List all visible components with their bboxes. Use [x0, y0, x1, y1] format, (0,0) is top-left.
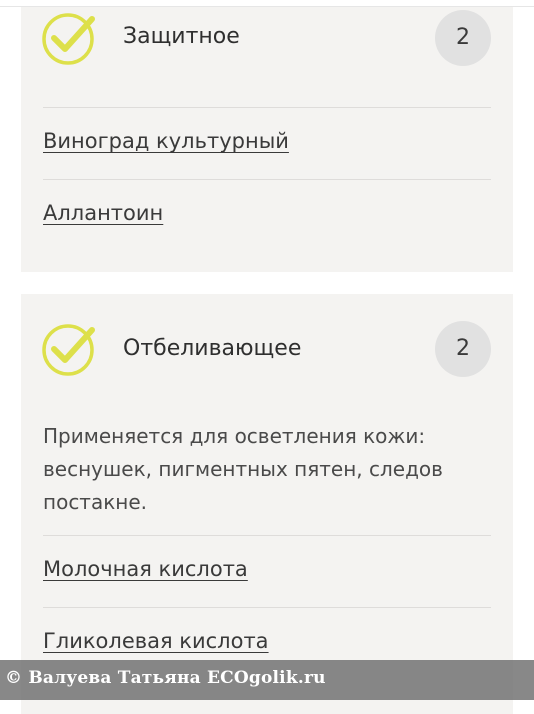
divider [43, 179, 491, 180]
watermark-banner: © Валуева Татьяна ECOgolik.ru [0, 660, 534, 700]
effect-title: Защитное [123, 24, 240, 49]
effect-card-protective: Защитное 2 Виноград культурный Аллантоин [21, 7, 513, 272]
effect-card-header[interactable]: Защитное 2 [21, 7, 513, 87]
ingredient-link-lactic-acid[interactable]: Молочная кислота [43, 557, 248, 581]
effect-card-header[interactable]: Отбеливающее 2 [21, 294, 513, 377]
watermark-text: © Валуева Татьяна ECOgolik.ru [5, 668, 326, 688]
divider [43, 107, 491, 108]
divider [43, 607, 491, 608]
divider [43, 535, 491, 536]
effect-title: Отбеливающее [123, 336, 302, 361]
ingredient-count-badge: 2 [435, 321, 491, 377]
ingredient-count-badge: 2 [435, 10, 491, 66]
check-circle-icon [42, 11, 96, 65]
ingredient-link-allantoin[interactable]: Аллантоин [43, 201, 163, 225]
check-circle-icon [42, 322, 96, 376]
effect-description: Применяется для осветления кожи: веснуше… [43, 424, 443, 514]
ingredient-link-glycolic-acid[interactable]: Гликолевая кислота [43, 629, 269, 653]
ingredient-link-grape[interactable]: Виноград культурный [43, 129, 289, 153]
effect-card-whitening: Отбеливающее 2 Применяется для осветлени… [21, 294, 513, 714]
